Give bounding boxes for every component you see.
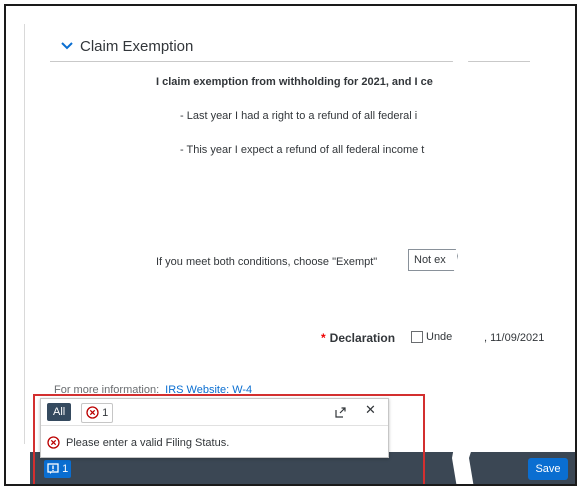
highlight-box: [33, 394, 425, 484]
screenshot-frame: Claim Exemption I claim exemption from w…: [4, 4, 577, 486]
